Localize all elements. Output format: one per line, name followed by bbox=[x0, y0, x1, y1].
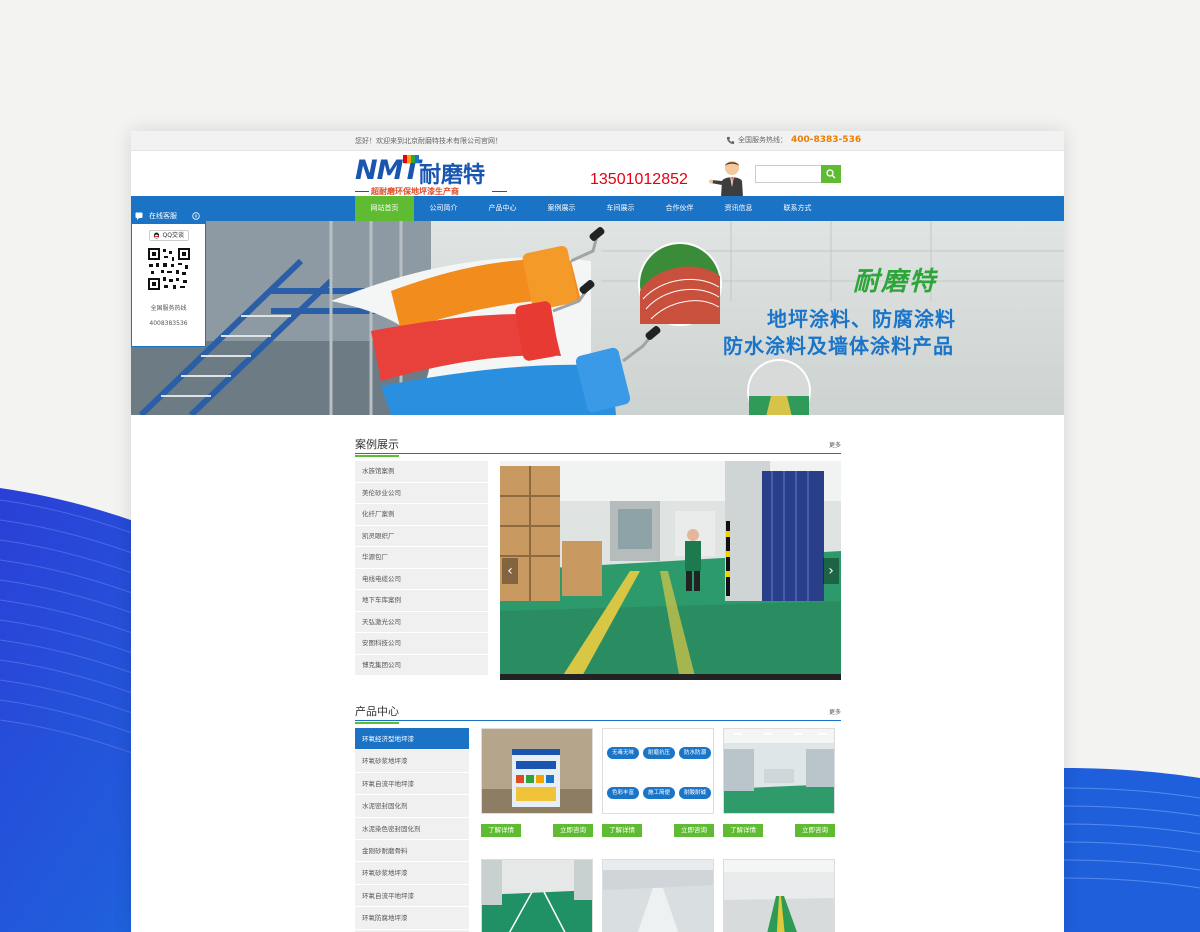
nav-item[interactable]: 车间展示 bbox=[591, 196, 650, 221]
phone-icon bbox=[726, 136, 735, 144]
website-screenshot: 您好！欢迎来到北京耐磨特技术有限公司官网！ 全国服务热线： 400-8383-5… bbox=[131, 131, 1064, 932]
case-list-item[interactable]: 地下车库案例 bbox=[355, 590, 488, 612]
nav-item[interactable]: 公司简介 bbox=[414, 196, 473, 221]
case-list-item[interactable]: 安图科技公司 bbox=[355, 633, 488, 655]
service-hotline-number: 4008383536 bbox=[149, 320, 188, 327]
online-service-title: 在线客服 bbox=[149, 212, 177, 220]
banner-tagline-1: 地坪涂料、防腐涂料 bbox=[767, 307, 956, 331]
product-consult-button[interactable]: 立即咨询 bbox=[674, 824, 714, 837]
hotline-number: 400-8383-536 bbox=[791, 135, 862, 145]
feature-badge: 色彩丰富 bbox=[607, 787, 639, 799]
case-list-item[interactable]: 天弘激光公司 bbox=[355, 612, 488, 633]
product-detail-button[interactable]: 了解详情 bbox=[602, 824, 642, 837]
case-slideshow: ‹ › bbox=[500, 461, 841, 680]
products-section-header: 产品中心 更多 bbox=[355, 701, 841, 724]
top-bar: 您好！欢迎来到北京耐磨特技术有限公司官网！ 全国服务热线： 400-8383-5… bbox=[131, 131, 1064, 151]
case-list-item[interactable]: 华源包厂 bbox=[355, 547, 488, 569]
product-category-item[interactable]: 环氧防腐地坪漆 bbox=[355, 907, 469, 930]
product-image[interactable] bbox=[723, 728, 835, 814]
nav-item[interactable]: 合作伙伴 bbox=[650, 196, 709, 221]
product-features-image[interactable]: 无毒无味 耐磨抗压 防水防潮色彩丰富 施工简便 耐酸耐碱 bbox=[602, 728, 714, 814]
product-card: 了解详情 立即咨询 bbox=[481, 728, 593, 838]
case-list-item[interactable]: 水族馆案例 bbox=[355, 461, 488, 483]
qq-penguin-icon bbox=[153, 232, 160, 239]
product-card: 无毒无味 耐磨抗压 防水防潮色彩丰富 施工简便 耐酸耐碱 了解详情 立即咨询 bbox=[602, 728, 714, 838]
case-list-item[interactable]: 电线电缆公司 bbox=[355, 569, 488, 590]
qq-chat-label: QQ交谈 bbox=[162, 232, 184, 239]
search-button[interactable] bbox=[821, 165, 841, 183]
header: NMT 耐磨特 超耐磨环保地坪漆生产商 13501012852 bbox=[131, 151, 1064, 197]
product-detail-button[interactable]: 了解详情 bbox=[723, 824, 763, 837]
slideshow-prev-arrow[interactable]: ‹ bbox=[502, 558, 518, 584]
product-detail-button[interactable]: 了解详情 bbox=[481, 824, 521, 837]
hero-banner: 耐磨特 地坪涂料、防腐涂料 防水涂料及墙体涂料产品 bbox=[131, 221, 1064, 415]
hotline: 全国服务热线： 400-8383-536 bbox=[726, 135, 861, 145]
online-service-header: 在线客服 bbox=[132, 208, 205, 224]
hotline-label: 全国服务热线： bbox=[738, 136, 787, 144]
search-box bbox=[755, 165, 841, 183]
products-section-title: 产品中心 bbox=[355, 703, 399, 724]
case-list-item[interactable]: 化纤厂案例 bbox=[355, 504, 488, 526]
cases-more-link[interactable]: 更多 bbox=[829, 440, 841, 449]
nav-item[interactable]: 产品中心 bbox=[473, 196, 532, 221]
main-nav: 网站首页 公司简介 产品中心 案例展示 车间展示 合作伙伴 资讯信息 联系方式 bbox=[131, 196, 1064, 221]
logo-divider bbox=[492, 191, 507, 192]
nav-item[interactable]: 联系方式 bbox=[768, 196, 827, 221]
products-more-link[interactable]: 更多 bbox=[829, 707, 841, 716]
product-category-item[interactable]: 环氧经济型地坪漆 bbox=[355, 728, 469, 751]
feature-badge: 施工简便 bbox=[643, 787, 675, 799]
product-image[interactable] bbox=[602, 859, 714, 932]
nav-item[interactable]: 案例展示 bbox=[532, 196, 591, 221]
feature-badge: 耐酸耐碱 bbox=[679, 787, 711, 799]
banner-tagline-2: 防水涂料及墙体涂料产品 bbox=[723, 334, 954, 358]
qq-chat-button[interactable]: QQ交谈 bbox=[149, 230, 189, 241]
product-image[interactable] bbox=[723, 859, 835, 932]
logo-divider bbox=[355, 191, 369, 192]
search-input[interactable] bbox=[755, 165, 821, 183]
product-category-list: 环氧经济型地坪漆 环氧砂浆地坪漆 环氧自流平地坪漆 水泥密封固化剂 水泥染色密封固化剂金… bbox=[355, 728, 469, 932]
product-consult-button[interactable]: 立即咨询 bbox=[795, 824, 835, 837]
service-hotline-label: 全国服务热线 bbox=[150, 305, 187, 312]
nav-item[interactable]: 资讯信息 bbox=[709, 196, 768, 221]
feature-badge: 防水防潮 bbox=[679, 747, 711, 759]
product-image[interactable] bbox=[481, 859, 593, 932]
cases-section-title: 案例展示 bbox=[355, 436, 399, 457]
product-card bbox=[602, 859, 714, 932]
logo[interactable]: NMT 耐磨特 超耐磨环保地坪漆生产商 bbox=[355, 155, 507, 196]
rainbow-brush-icon bbox=[403, 155, 419, 163]
feature-badge: 无毒无味 bbox=[607, 747, 639, 759]
qr-code-image bbox=[147, 247, 191, 291]
product-category-item[interactable]: 水泥染色密封固化剂 bbox=[355, 818, 469, 840]
product-category-item[interactable]: 环氧自流平地坪漆 bbox=[355, 773, 469, 796]
product-category-item[interactable]: 环氧砂浆地坪漆 bbox=[355, 862, 469, 885]
search-icon bbox=[826, 169, 836, 179]
product-category-item[interactable]: 环氧砂浆地坪漆 bbox=[355, 750, 469, 773]
case-list-item[interactable]: 美伦砂业公司 bbox=[355, 483, 488, 504]
businessman-illustration bbox=[709, 161, 743, 197]
mobile-number: 13501012852 bbox=[590, 171, 688, 188]
product-card bbox=[481, 859, 593, 932]
chat-icon bbox=[135, 212, 143, 220]
slideshow-next-arrow[interactable]: › bbox=[823, 558, 839, 584]
product-card bbox=[723, 859, 835, 932]
case-photo-image bbox=[500, 461, 841, 680]
online-service-panel: 在线客服 QQ交谈 全国服务热线 4008383536 bbox=[131, 207, 206, 347]
nav-list: 网站首页 公司简介 产品中心 案例展示 车间展示 合作伙伴 资讯信息 联系方式 bbox=[355, 196, 827, 221]
case-list-item[interactable]: 凯灵眼织厂 bbox=[355, 526, 488, 547]
product-category-item[interactable]: 水泥密封固化剂 bbox=[355, 795, 469, 818]
product-image[interactable] bbox=[481, 728, 593, 814]
welcome-text: 您好！欢迎来到北京耐磨特技术有限公司官网！ bbox=[355, 137, 502, 145]
logo-cn: 耐磨特 bbox=[419, 163, 486, 188]
product-card: 了解详情 立即咨询 bbox=[723, 728, 835, 838]
nav-item[interactable]: 网站首页 bbox=[355, 196, 414, 221]
banner-brand: 耐磨特 bbox=[853, 267, 938, 297]
product-category-item[interactable]: 金刚砂耐磨骨料 bbox=[355, 840, 469, 863]
case-list-item[interactable]: 博克集团公司 bbox=[355, 655, 488, 676]
feature-badge: 耐磨抗压 bbox=[643, 747, 675, 759]
close-icon[interactable] bbox=[192, 212, 200, 220]
case-list: 水族馆案例 美伦砂业公司 化纤厂案例 凯灵眼织厂 华源包厂 电线电缆公司 地下车库案例 天弘激… bbox=[355, 461, 488, 676]
product-category-item[interactable]: 环氧自流平地坪漆 bbox=[355, 885, 469, 908]
cases-section-header: 案例展示 更多 bbox=[355, 434, 841, 457]
product-consult-button[interactable]: 立即咨询 bbox=[553, 824, 593, 837]
